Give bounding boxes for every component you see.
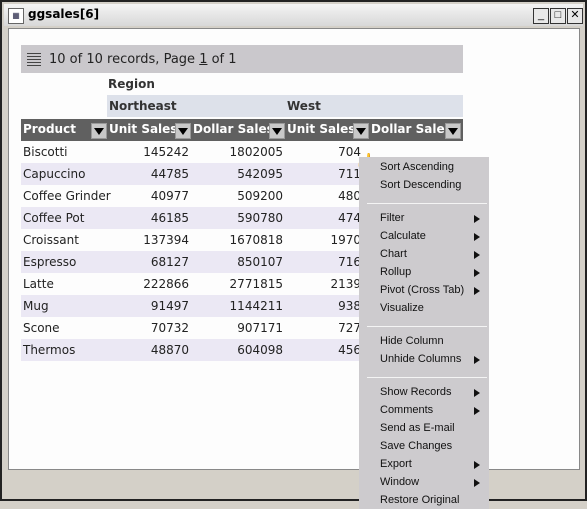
cell-ne-unit-sales: 222866 xyxy=(143,277,189,291)
cell-ne-unit-sales: 145242 xyxy=(143,145,189,159)
menu-item-show-records[interactable]: Show Records xyxy=(380,386,452,398)
close-button[interactable]: ✕ xyxy=(567,8,583,24)
menu-item-save-changes[interactable]: Save Changes xyxy=(380,440,452,452)
window-title: ggsales[6] xyxy=(28,7,100,21)
submenu-arrow-icon xyxy=(474,461,480,469)
cell-ne-unit-sales: 44785 xyxy=(150,167,189,181)
col-ne-unit-sales[interactable]: Unit Sales xyxy=(109,122,177,136)
col-w-unit-sales-dropdown[interactable] xyxy=(353,123,369,139)
cell-ne-dollar-sales: 542095 xyxy=(237,167,283,181)
menu-item-hide-column[interactable]: Hide Column xyxy=(380,335,444,347)
cell-product: Croissant xyxy=(23,233,79,247)
cell-ne-unit-sales: 46185 xyxy=(150,211,189,225)
menu-item-window[interactable]: Window xyxy=(380,476,419,488)
cell-ne-dollar-sales: 1670818 xyxy=(229,233,283,247)
menu-item-calculate[interactable]: Calculate xyxy=(380,230,426,242)
column-header-row: Product Unit Sales Dollar Sales Unit Sal… xyxy=(21,119,463,141)
cell-product: Latte xyxy=(23,277,54,291)
menu-item-sort-descending[interactable]: Sort Descending xyxy=(380,179,461,191)
cell-ne-dollar-sales: 2771815 xyxy=(229,277,283,291)
cell-ne-dollar-sales: 1144211 xyxy=(229,299,283,313)
submenu-arrow-icon xyxy=(474,233,480,241)
title-bar[interactable]: ▦ ggsales[6] _ □ ✕ xyxy=(4,4,583,26)
menu-separator xyxy=(367,377,487,378)
cell-ne-dollar-sales: 907171 xyxy=(237,321,283,335)
cell-ne-unit-sales: 70732 xyxy=(150,321,189,335)
menu-item-visualize[interactable]: Visualize xyxy=(380,302,424,314)
cell-ne-unit-sales: 48870 xyxy=(150,343,189,357)
records-prefix: 10 of 10 records, Page xyxy=(49,52,200,67)
cell-w-unit-sales: 1970 xyxy=(330,233,361,247)
menu-item-export[interactable]: Export xyxy=(380,458,412,470)
cell-product: Capuccino xyxy=(23,167,86,181)
menu-separator xyxy=(367,203,487,204)
maximize-button[interactable]: □ xyxy=(550,8,566,24)
cell-ne-unit-sales: 68127 xyxy=(150,255,189,269)
cell-w-unit-sales: 711 xyxy=(338,167,361,181)
cell-product: Thermos xyxy=(23,343,76,357)
cell-w-unit-sales: 456 xyxy=(338,343,361,357)
cell-w-unit-sales: 727 xyxy=(338,321,361,335)
menu-item-restore-original[interactable]: Restore Original xyxy=(380,494,459,506)
menu-separator xyxy=(367,326,487,327)
col-product-dropdown[interactable] xyxy=(91,123,107,139)
cell-product: Coffee Grinder xyxy=(23,189,111,203)
menu-item-sort-ascending[interactable]: Sort Ascending xyxy=(380,161,454,173)
minimize-button[interactable]: _ xyxy=(533,8,549,24)
col-ne-unit-sales-dropdown[interactable] xyxy=(175,123,191,139)
cell-product: Biscotti xyxy=(23,145,68,159)
cell-ne-dollar-sales: 590780 xyxy=(237,211,283,225)
records-menu-icon[interactable] xyxy=(27,53,41,67)
menu-item-unhide-columns[interactable]: Unhide Columns xyxy=(380,353,461,365)
records-bar: 10 of 10 records, Page 1 of 1 xyxy=(21,45,463,73)
report-icon: ▦ xyxy=(8,8,24,24)
col-product[interactable]: Product xyxy=(23,122,76,136)
cell-product: Espresso xyxy=(23,255,77,269)
menu-item-filter[interactable]: Filter xyxy=(380,212,404,224)
submenu-arrow-icon xyxy=(474,251,480,259)
report-window: ▦ ggsales[6] _ □ ✕ 10 of 10 records, Pag… xyxy=(0,0,587,509)
cell-ne-dollar-sales: 850107 xyxy=(237,255,283,269)
records-status: 10 of 10 records, Page 1 of 1 xyxy=(49,52,237,67)
col-w-dollar-sales-dropdown[interactable] xyxy=(445,123,461,139)
cell-w-unit-sales: 704 xyxy=(338,145,361,159)
cell-w-unit-sales: 2139 xyxy=(330,277,361,291)
submenu-arrow-icon xyxy=(474,215,480,223)
cell-ne-dollar-sales: 1802005 xyxy=(229,145,283,159)
col-ne-dollar-sales[interactable]: Dollar Sales xyxy=(193,122,274,136)
cell-product: Mug xyxy=(23,299,49,313)
menu-item-rollup[interactable]: Rollup xyxy=(380,266,411,278)
cell-w-unit-sales: 938 xyxy=(338,299,361,313)
col-w-unit-sales[interactable]: Unit Sales xyxy=(287,122,355,136)
region-header-row: Northeast West xyxy=(107,95,463,117)
menu-item-chart[interactable]: Chart xyxy=(380,248,407,260)
col-w-dollar-sales[interactable]: Dollar Sales xyxy=(371,122,452,136)
cell-w-unit-sales: 480 xyxy=(338,189,361,203)
submenu-arrow-icon xyxy=(474,269,480,277)
region-label: Region xyxy=(108,77,155,91)
region-west: West xyxy=(287,99,321,113)
col-ne-dollar-sales-dropdown[interactable] xyxy=(269,123,285,139)
records-suffix: of 1 xyxy=(207,52,237,67)
cell-ne-unit-sales: 91497 xyxy=(150,299,189,313)
cell-ne-unit-sales: 137394 xyxy=(143,233,189,247)
cell-w-unit-sales: 474 xyxy=(338,211,361,225)
submenu-arrow-icon xyxy=(474,356,480,364)
cell-ne-unit-sales: 40977 xyxy=(150,189,189,203)
cell-w-unit-sales: 716 xyxy=(338,255,361,269)
menu-item-comments[interactable]: Comments xyxy=(380,404,433,416)
cell-product: Scone xyxy=(23,321,60,335)
column-context-menu: Sort Ascending Sort Descending Filter Calcu… xyxy=(359,157,489,509)
menu-item-pivot-cross-tab[interactable]: Pivot (Cross Tab) xyxy=(380,284,464,296)
report-content: 10 of 10 records, Page 1 of 1 Region Nor… xyxy=(8,28,580,509)
cell-ne-dollar-sales: 604098 xyxy=(237,343,283,357)
menu-item-send-as-e-mail[interactable]: Send as E-mail xyxy=(380,422,455,434)
submenu-arrow-icon xyxy=(474,407,480,415)
submenu-arrow-icon xyxy=(474,389,480,397)
submenu-arrow-icon xyxy=(474,287,480,295)
region-northeast: Northeast xyxy=(109,99,177,113)
submenu-arrow-icon xyxy=(474,479,480,487)
cell-ne-dollar-sales: 509200 xyxy=(237,189,283,203)
cell-product: Coffee Pot xyxy=(23,211,85,225)
